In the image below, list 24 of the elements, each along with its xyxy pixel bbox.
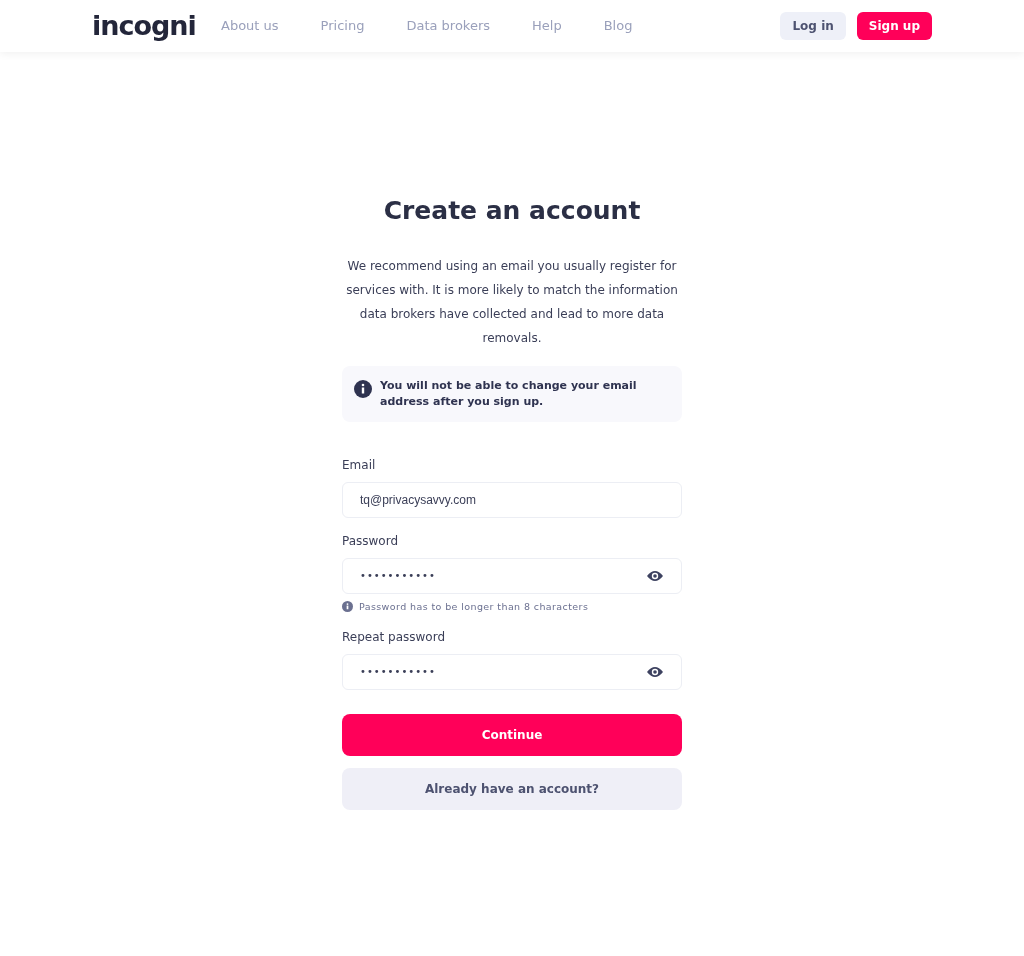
hint-text: Password has to be longer than 8 characters: [359, 599, 589, 614]
intro-text: We recommend using an email you usually register for services with. It is more likely to match the information data brokers have collected and lead to more data removals.: [345, 257, 679, 347]
page-title: Create an account: [382, 195, 642, 227]
logo[interactable]: incogni: [92, 5, 221, 47]
login-button[interactable]: Log in: [780, 12, 846, 40]
notice-text: You will not be able to change your email address after you sign up.: [380, 377, 638, 410]
nav-link[interactable]: Data brokers: [406, 16, 491, 36]
field-label: Email: [342, 456, 377, 474]
password-field[interactable]: •••••••••••: [342, 557, 682, 594]
eye-icon[interactable]: [646, 664, 664, 679]
field-label: Repeat password: [342, 628, 447, 646]
info-icon: [342, 601, 353, 613]
existing-account-button[interactable]: Already have an account?: [342, 767, 682, 810]
info-icon: [354, 379, 372, 398]
nav-link[interactable]: Help: [532, 16, 562, 36]
continue-button[interactable]: Continue: [342, 713, 682, 756]
nav-link[interactable]: Blog: [603, 16, 633, 36]
password-field[interactable]: •••••••••••: [342, 653, 682, 690]
nav-link[interactable]: Pricing: [320, 16, 365, 36]
nav-link[interactable]: About us: [221, 16, 279, 36]
email-field[interactable]: tq@privacysavvy.com: [342, 481, 682, 518]
eye-icon[interactable]: [646, 568, 664, 583]
signup-button[interactable]: Sign up: [856, 12, 932, 40]
field-label: Password: [342, 532, 400, 550]
